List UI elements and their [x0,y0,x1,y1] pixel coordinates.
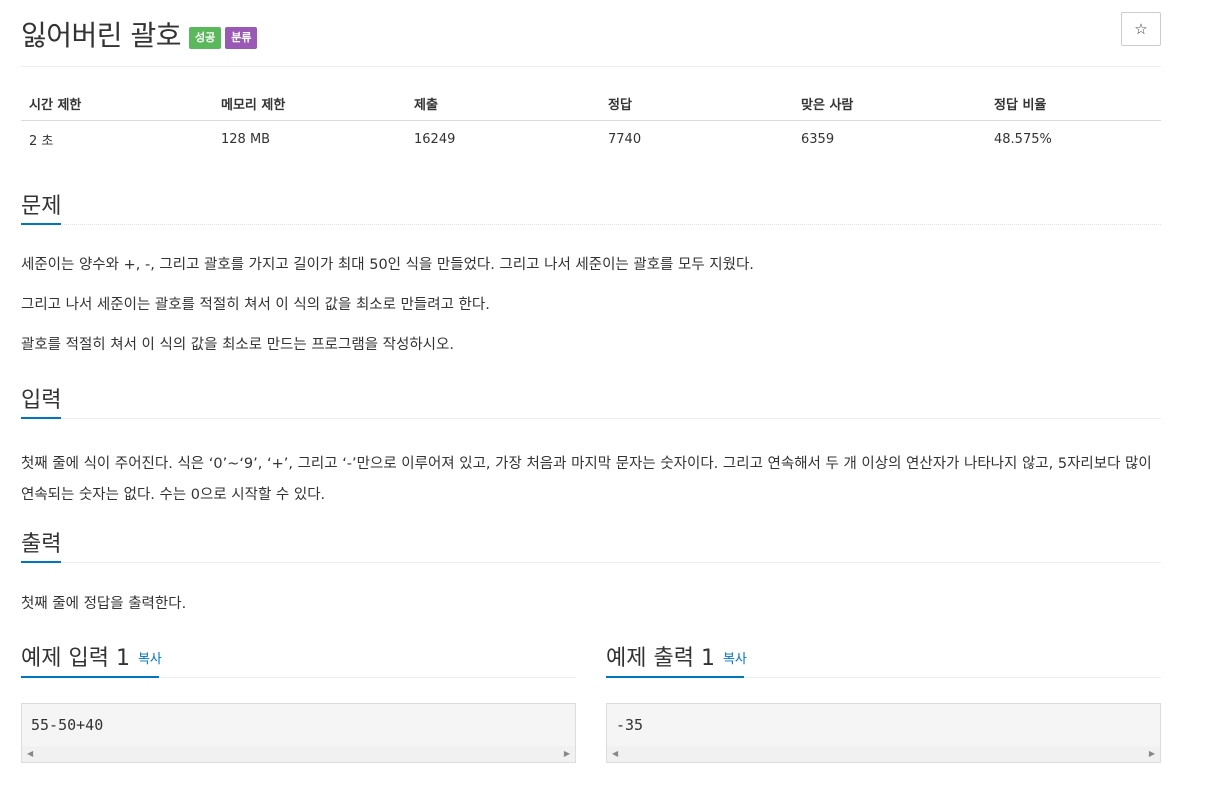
output-description: 첫째 줄에 정답을 출력한다. [21,596,187,612]
horizontal-scrollbar[interactable]: ◀ ▶ [607,746,1160,762]
copy-sample-input-link[interactable]: 복사 [138,652,162,667]
info-header-row: 시간 제한 메모리 제한 제출 정답 맞은 사람 정답 비율 [21,86,1161,121]
description-paragraph: 그리고 나서 세준이는 괄호를 적절히 쳐서 이 식의 값을 최소로 만들려고 … [21,297,490,313]
section-title: 문제 [21,194,62,219]
scroll-left-icon[interactable]: ◀ [27,749,33,758]
section-underline [21,417,61,419]
scroll-left-icon[interactable]: ◀ [612,749,618,758]
sample-input-code: 55-50+40 [31,716,104,734]
problem-description-section: 문제 세준이는 양수와 +, -, 그리고 괄호를 가지고 길이가 최대 50인… [21,188,1161,356]
section-header: 입력 [21,382,1161,419]
problem-header: 잃어버린 괄호 성공 분류 ☆ [21,10,1161,67]
header-accepted: 정답 [600,86,793,121]
input-body: 첫째 줄에 식이 주어진다. 식은 ‘0’~‘9’, ‘+’, 그리고 ‘-’만… [21,419,1161,511]
info-value-row: 2 초 128 MB 16249 7740 6359 48.575% [21,121,1161,158]
problem-info-table: 시간 제한 메모리 제한 제출 정답 맞은 사람 정답 비율 2 초 128 M… [21,86,1161,157]
sample-input-box[interactable]: 55-50+40 ◀ ▶ [21,703,576,763]
page-title: 잃어버린 괄호 [21,19,181,52]
scroll-right-icon[interactable]: ▶ [1149,749,1155,758]
description-paragraph: 괄호를 적절히 쳐서 이 식의 값을 최소로 만드는 프로그램을 작성하시오. [21,337,454,353]
value-accept-ratio: 48.575% [994,131,1052,147]
description-body: 세준이는 양수와 +, -, 그리고 괄호를 가지고 길이가 최대 50인 식을… [21,225,1161,356]
category-badge[interactable]: 분류 [225,27,258,49]
sample-input-section: 예제 입력 1 복사 55-50+40 ◀ ▶ [21,640,576,763]
section-header: 문제 [21,188,1161,225]
favorite-star-button[interactable]: ☆ [1121,12,1161,46]
sample-output-code: -35 [616,716,644,734]
section-underline [21,676,159,678]
input-description: 첫째 줄에 식이 주어진다. 식은 ‘0’~‘9’, ‘+’, 그리고 ‘-’만… [21,456,1152,503]
section-title: 출력 [21,532,62,557]
value-submissions: 16249 [414,131,456,147]
sample-input-title: 예제 입력 1 [21,646,130,671]
scroll-right-icon[interactable]: ▶ [564,749,570,758]
section-title: 예제 출력 1 복사 [606,640,747,672]
output-body: 첫째 줄에 정답을 출력한다. [21,563,1161,615]
star-icon: ☆ [1134,20,1148,38]
description-paragraph: 세준이는 양수와 +, -, 그리고 괄호를 가지고 길이가 최대 50인 식을… [21,257,754,273]
sample-output-section: 예제 출력 1 복사 -35 ◀ ▶ [606,640,1161,763]
title-row: 잃어버린 괄호 성공 분류 [21,14,258,54]
header-memory-limit: 메모리 제한 [213,86,406,121]
copy-sample-output-link[interactable]: 복사 [723,652,747,667]
horizontal-scrollbar[interactable]: ◀ ▶ [22,746,575,762]
sample-output-title: 예제 출력 1 [606,646,715,671]
value-memory-limit: 128 MB [221,131,271,147]
value-accepted: 7740 [608,131,642,147]
problem-page: 잃어버린 괄호 성공 분류 ☆ 시간 제한 메모리 제한 제출 정답 맞은 사람… [0,0,1207,790]
section-underline [606,676,744,678]
section-title: 입력 [21,388,62,413]
section-title: 예제 입력 1 복사 [21,640,162,672]
input-section: 입력 첫째 줄에 식이 주어진다. 식은 ‘0’~‘9’, ‘+’, 그리고 ‘… [21,382,1161,511]
section-header: 예제 입력 1 복사 [21,640,576,678]
section-header: 출력 [21,526,1161,563]
section-underline [21,223,61,225]
value-time-limit: 2 초 [29,133,54,149]
header-solvers: 맞은 사람 [793,86,986,121]
output-section: 출력 첫째 줄에 정답을 출력한다. [21,526,1161,615]
header-time-limit: 시간 제한 [21,86,213,121]
header-submissions: 제출 [406,86,600,121]
status-badge-success: 성공 [188,27,222,49]
sample-output-box[interactable]: -35 ◀ ▶ [606,703,1161,763]
header-accept-ratio: 정답 비율 [986,86,1161,121]
section-underline [21,561,61,563]
section-header: 예제 출력 1 복사 [606,640,1161,678]
value-solvers: 6359 [801,131,835,147]
